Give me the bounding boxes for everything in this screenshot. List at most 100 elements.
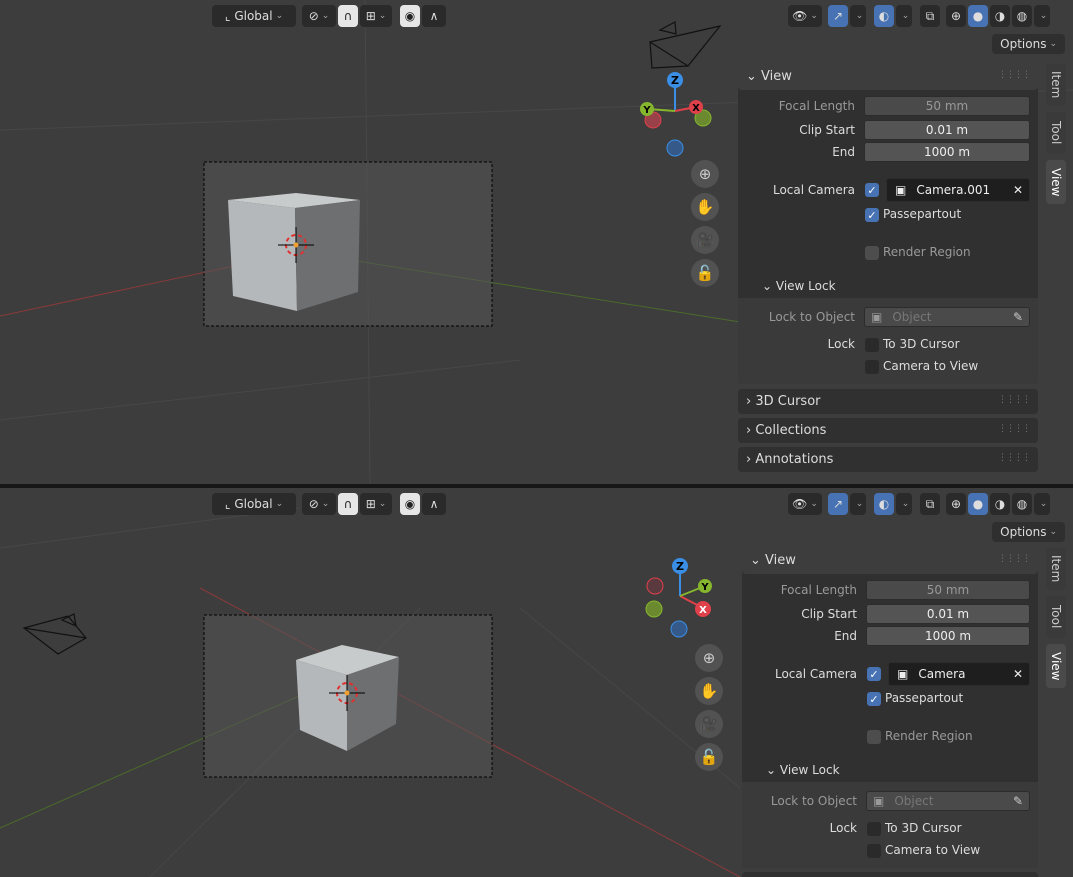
proportional-edit-toggle[interactable]: ◉ (400, 5, 420, 27)
zoom-icon[interactable]: ⊕ (695, 644, 723, 672)
overlays-dropdown[interactable]: ⌄ (896, 493, 912, 515)
pan-hand-icon[interactable]: ✋ (691, 193, 719, 221)
solid-icon: ● (972, 497, 984, 511)
clip-end-field[interactable]: 1000 m (864, 142, 1030, 162)
visibility-button[interactable]: 👁 ⌄ (788, 493, 822, 515)
snap-target-button[interactable]: ⊞ ⌄ (360, 5, 392, 27)
zoom-icon[interactable]: ⊕ (691, 160, 719, 188)
drag-handle-icon[interactable]: ⋮⋮⋮⋮ (998, 70, 1031, 80)
tab-view[interactable]: View (1046, 644, 1066, 688)
tab-item[interactable]: Item (1046, 548, 1066, 590)
falloff-button[interactable]: ∧ (422, 493, 446, 515)
lock-to-3d-cursor-checkbox[interactable] (867, 822, 881, 836)
clip-start-field[interactable]: 0.01 m (864, 120, 1030, 140)
options-button[interactable]: Options ⌄ (992, 522, 1065, 542)
camera-to-view-checkbox[interactable] (867, 844, 881, 858)
overlays-toggle[interactable]: ◐ (874, 5, 894, 27)
shading-dropdown[interactable]: ⌄ (1034, 493, 1050, 515)
gizmo-dropdown[interactable]: ⌄ (850, 493, 866, 515)
drag-handle-icon[interactable]: ⋮⋮⋮⋮ (998, 554, 1031, 564)
close-icon[interactable]: ✕ (1013, 183, 1023, 197)
lock-to-3d-cursor-checkbox[interactable] (865, 338, 879, 352)
cube-object (228, 193, 360, 311)
proportional-edit-toggle[interactable]: ◉ (400, 493, 420, 515)
eyedropper-icon[interactable]: ✎ (1013, 794, 1023, 808)
focal-length-field[interactable]: 50 mm (864, 96, 1030, 116)
pan-hand-icon[interactable]: ✋ (695, 677, 723, 705)
options-button[interactable]: Options ⌄ (992, 34, 1065, 54)
section-3d-cursor[interactable]: › 3D Cursor ⋮⋮⋮⋮ (738, 389, 1038, 414)
orientation-dropdown[interactable]: ⌞ Global ⌄ (212, 5, 296, 27)
falloff-button[interactable]: ∧ (422, 5, 446, 27)
view-lock-header[interactable]: ⌄ View Lock (738, 274, 1038, 298)
drag-handle-icon[interactable]: ⋮⋮⋮⋮ (998, 453, 1031, 463)
camera-view-icon[interactable]: 🎥 (691, 226, 719, 254)
clip-end-field[interactable]: 1000 m (866, 626, 1030, 646)
drag-handle-icon[interactable]: ⋮⋮⋮⋮ (998, 395, 1031, 405)
material-shading-button[interactable]: ◑ (990, 493, 1010, 515)
to-3d-cursor-label: To 3D Cursor (883, 337, 960, 351)
tab-view[interactable]: View (1046, 160, 1066, 204)
snap-target-button[interactable]: ⊞ ⌄ (360, 493, 392, 515)
clip-start-field[interactable]: 0.01 m (866, 604, 1030, 624)
chevron-down-icon: ⌄ (855, 499, 864, 509)
shading-dropdown[interactable]: ⌄ (1034, 5, 1050, 27)
render-region-checkbox[interactable] (867, 730, 881, 744)
local-camera-checkbox[interactable]: ✓ (865, 183, 879, 197)
solid-shading-button[interactable]: ● (968, 5, 988, 27)
wireframe-shading-button[interactable]: ⊕ (946, 493, 966, 515)
view-lock-header[interactable]: ⌄ View Lock (742, 758, 1038, 782)
overlays-dropdown[interactable]: ⌄ (896, 5, 912, 27)
lock-icon[interactable]: 🔓 (695, 743, 723, 771)
lock-to-object-field[interactable]: ▣ Object ✎ (864, 307, 1030, 327)
overlays-toggle[interactable]: ◐ (874, 493, 894, 515)
section-annotations[interactable]: › Annotations ⋮⋮⋮⋮ (738, 447, 1038, 472)
xray-toggle[interactable]: ⧉ (920, 5, 940, 27)
material-shading-button[interactable]: ◑ (990, 5, 1010, 27)
gizmo-toggle[interactable]: ↗ (828, 5, 848, 27)
gizmo-toggle[interactable]: ↗ (828, 493, 848, 515)
eyedropper-icon[interactable]: ✎ (1013, 310, 1023, 324)
render-region-checkbox[interactable] (865, 246, 879, 260)
drag-handle-icon[interactable]: ⋮⋮⋮⋮ (998, 424, 1031, 434)
overlays-icon: ◐ (878, 9, 890, 23)
gizmo-dropdown[interactable]: ⌄ (850, 5, 866, 27)
tab-tool[interactable]: Tool (1046, 596, 1066, 638)
focal-length-field[interactable]: 50 mm (866, 580, 1030, 600)
snap-toggle[interactable]: ∩ (338, 493, 358, 515)
snap-toggle[interactable]: ∩ (338, 5, 358, 27)
pivot-point-button[interactable]: ⊘ ⌄ (302, 5, 336, 27)
rendered-shading-button[interactable]: ◍ (1012, 5, 1032, 27)
tab-item[interactable]: Item (1046, 64, 1066, 106)
lock-to-object-field[interactable]: ▣ Object ✎ (866, 791, 1030, 811)
pivot-point-button[interactable]: ⊘ ⌄ (302, 493, 336, 515)
section-collections[interactable]: › Collections ⋮⋮⋮⋮ (738, 418, 1038, 443)
local-camera-field[interactable]: ▣ Camera.001 ✕ (886, 178, 1030, 202)
orientation-dropdown[interactable]: ⌞ Global ⌄ (212, 493, 296, 515)
rendered-shading-button[interactable]: ◍ (1012, 493, 1032, 515)
object-icon: ▣ (897, 667, 909, 681)
lock-icon[interactable]: 🔓 (691, 259, 719, 287)
view-section-header[interactable]: ⌄ View ⋮⋮⋮⋮ (738, 62, 1038, 90)
navigation-gizmo: Z X Y (640, 72, 712, 157)
viewport-top[interactable]: Z X Y ⊕ ✋ 🎥 🔓 ⌞ Global ⌄ ⊘ ⌄ ∩ ⊞ ⌄ ◉ ∧ 👁 ⌄ ↗… (0, 0, 1073, 484)
local-camera-checkbox[interactable]: ✓ (867, 667, 881, 681)
local-camera-field[interactable]: ▣ Camera ✕ (888, 662, 1030, 686)
chevron-down-icon: ⌄ (746, 69, 757, 84)
visibility-button[interactable]: 👁 ⌄ (788, 5, 822, 27)
snap-increment-icon: ⊞ (365, 9, 376, 23)
solid-shading-button[interactable]: ● (968, 493, 988, 515)
passepartout-checkbox[interactable]: ✓ (867, 692, 881, 706)
passepartout-checkbox[interactable]: ✓ (865, 208, 879, 222)
viewport-bottom[interactable]: Z Y X ⊕ ✋ 🎥 🔓 ⌞ Global ⌄ ⊘ ⌄ ∩ ⊞ ⌄ ◉ ∧ 👁 ⌄ ↗… (0, 488, 1073, 877)
camera-to-view-checkbox[interactable] (865, 360, 879, 374)
xray-toggle[interactable]: ⧉ (920, 493, 940, 515)
lock-label: Lock (829, 821, 857, 835)
close-icon[interactable]: ✕ (1013, 667, 1023, 681)
view-section-header[interactable]: ⌄ View ⋮⋮⋮⋮ (742, 546, 1038, 574)
wireframe-shading-button[interactable]: ⊕ (946, 5, 966, 27)
camera-view-icon[interactable]: 🎥 (695, 710, 723, 738)
clip-end-label: End (834, 629, 857, 643)
tab-tool[interactable]: Tool (1046, 112, 1066, 154)
focal-length-label: Focal Length (778, 99, 855, 113)
